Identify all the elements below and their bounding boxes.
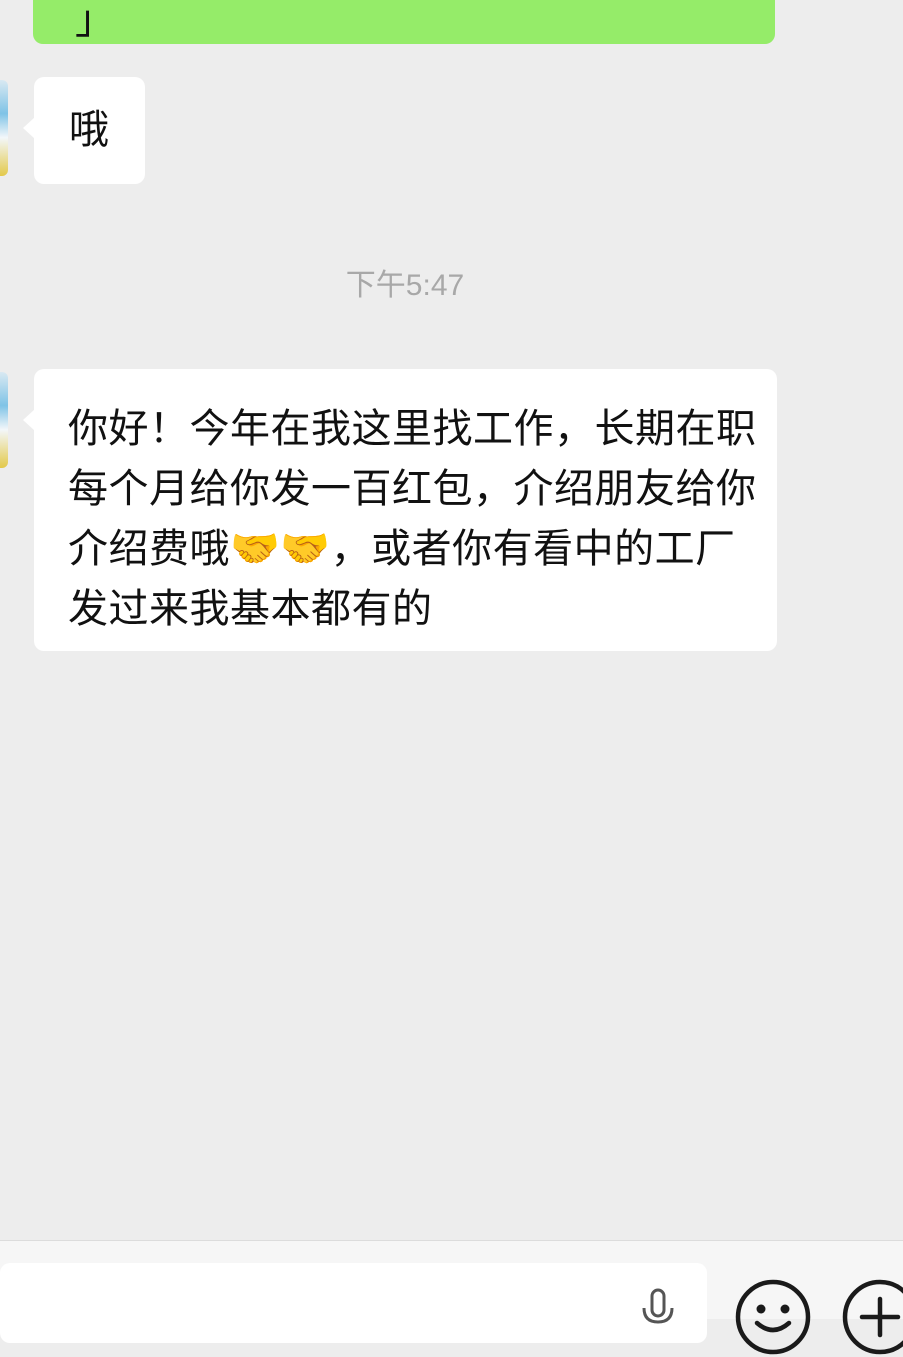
sent-message-bubble[interactable]: 」 — [33, 0, 775, 44]
contact-avatar[interactable] — [0, 80, 8, 176]
chat-input-bar — [0, 1240, 903, 1355]
emoji-icon[interactable] — [733, 1277, 813, 1357]
message-text: 哦 — [69, 107, 109, 153]
message-text: 你好！今年在我这里找工作，长期在职每个月给你发一百红包，介绍朋友给你介绍费哦🤝🤝… — [68, 406, 757, 632]
received-message-bubble[interactable]: 哦 — [23, 77, 145, 184]
message-input[interactable] — [0, 1263, 707, 1343]
voice-icon[interactable] — [638, 1286, 678, 1326]
received-message-bubble[interactable]: 你好！今年在我这里找工作，长期在职每个月给你发一百红包，介绍朋友给你介绍费哦🤝🤝… — [23, 369, 777, 651]
sent-message-text: 」 — [75, 0, 115, 43]
plus-icon[interactable] — [840, 1277, 903, 1357]
contact-avatar[interactable] — [0, 372, 8, 468]
chat-message-list[interactable]: 」 哦 下午5:47 你好！今年在我这里找工作，长期在职每个月给你发一百红包，介… — [0, 0, 903, 1240]
message-timestamp: 下午5:47 — [345, 269, 465, 302]
